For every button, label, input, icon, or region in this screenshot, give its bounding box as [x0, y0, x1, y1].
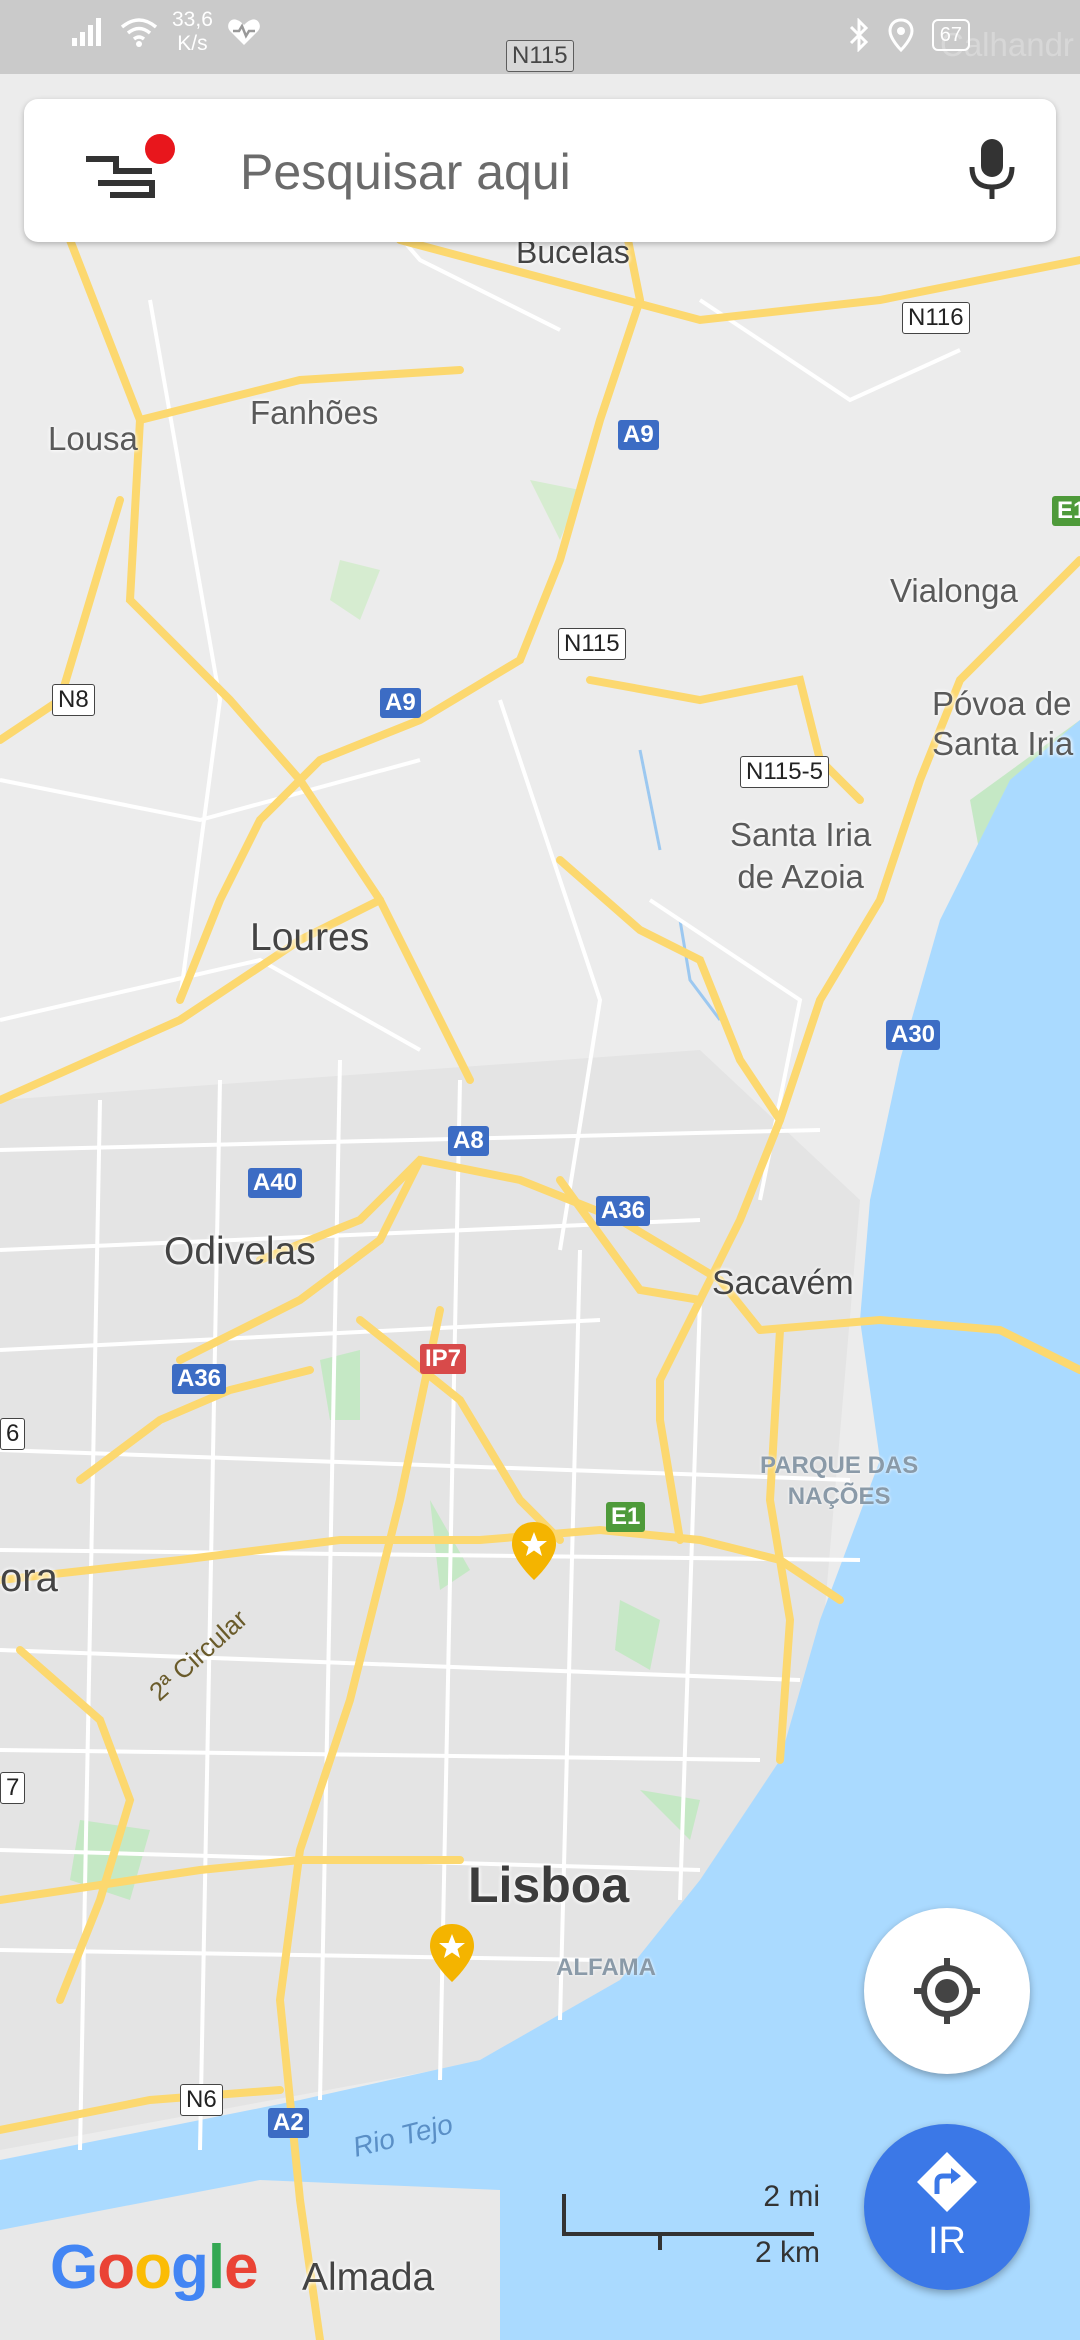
health-icon: [228, 19, 260, 45]
shield-n115-5: N115-5: [740, 756, 829, 788]
network-speed-unit: K/s: [177, 32, 208, 55]
shield-a9-top: A9: [618, 420, 659, 450]
map-scale: 2 mi 2 km: [560, 2180, 820, 2270]
location-icon: [888, 18, 914, 52]
status-bar: 33,6 K/s 67: [0, 0, 1080, 74]
place-santa-iria[interactable]: Santa Iria de Azoia: [730, 814, 871, 898]
logo-letter: o: [97, 2233, 135, 2302]
place-lisboa[interactable]: Lisboa: [468, 1856, 629, 1914]
mic-icon: [969, 139, 1015, 199]
shield-edge-7: 7: [0, 1772, 26, 1804]
shield-n116: N116: [902, 302, 970, 334]
place-lousa[interactable]: Lousa: [48, 420, 138, 458]
logo-letter: G: [50, 2233, 98, 2302]
directions-button-label: IR: [928, 2220, 966, 2262]
shield-n115-mid: N115: [558, 628, 626, 660]
shield-n6: N6: [180, 2084, 223, 2116]
place-vialonga[interactable]: Vialonga: [890, 572, 1018, 610]
place-odivelas[interactable]: Odivelas: [164, 1230, 316, 1274]
shield-a9-mid: A9: [380, 688, 421, 718]
network-speed-value: 33,6: [172, 8, 213, 31]
shield-a36-left: A36: [172, 1364, 227, 1394]
district-alfama[interactable]: ALFAMA: [556, 1952, 656, 1983]
scale-km: 2 km: [754, 2236, 820, 2269]
directions-button[interactable]: IR: [864, 2124, 1030, 2290]
battery-icon: 67: [931, 19, 970, 51]
place-ora-edge[interactable]: ora: [0, 1556, 58, 1601]
district-parque-das-nacoes[interactable]: PARQUE DAS NAÇÕES: [760, 1450, 918, 1512]
starred-place-pin[interactable]: [510, 1520, 558, 1582]
shield-edge-6: 6: [0, 1418, 26, 1450]
logo-letter: l: [207, 2233, 225, 2302]
bluetooth-icon: [849, 18, 868, 52]
shield-n8: N8: [52, 684, 95, 716]
voice-search-button[interactable]: [952, 129, 1032, 209]
logo-letter: g: [170, 2233, 209, 2302]
crosshair-icon: [914, 1958, 980, 2024]
shield-a2: A2: [268, 2108, 309, 2138]
network-speed: 33,6 K/s: [172, 8, 213, 56]
shield-e1-edge: E1: [1052, 496, 1080, 526]
my-location-button[interactable]: [864, 1908, 1030, 2074]
shield-a36-right: A36: [596, 1196, 651, 1226]
shield-e1: E1: [606, 1502, 646, 1532]
starred-place-pin[interactable]: [428, 1922, 476, 1984]
place-fanhoes[interactable]: Fanhões: [250, 394, 378, 432]
directions-icon: [917, 2152, 977, 2212]
shield-a8: A8: [448, 1126, 489, 1156]
menu-icon: [86, 134, 175, 198]
wifi-icon: [120, 18, 158, 47]
place-almada[interactable]: Almada: [302, 2256, 434, 2300]
place-loures[interactable]: Loures: [250, 916, 369, 960]
place-povoa[interactable]: Póvoa de Santa Iria: [932, 684, 1073, 764]
logo-letter: o: [134, 2233, 172, 2302]
menu-button[interactable]: [80, 127, 180, 217]
google-logo: Google: [50, 2232, 259, 2303]
search-bar[interactable]: Pesquisar aqui: [24, 99, 1056, 242]
logo-letter: e: [224, 2233, 258, 2302]
shield-a30: A30: [886, 1020, 941, 1050]
shield-ip7: IP7: [420, 1344, 467, 1374]
battery-level: 67: [939, 24, 962, 46]
place-sacavem[interactable]: Sacavém: [712, 1264, 854, 1303]
search-input[interactable]: Pesquisar aqui: [240, 143, 571, 201]
shield-a40: A40: [248, 1168, 303, 1198]
signal-icon: [72, 18, 101, 46]
